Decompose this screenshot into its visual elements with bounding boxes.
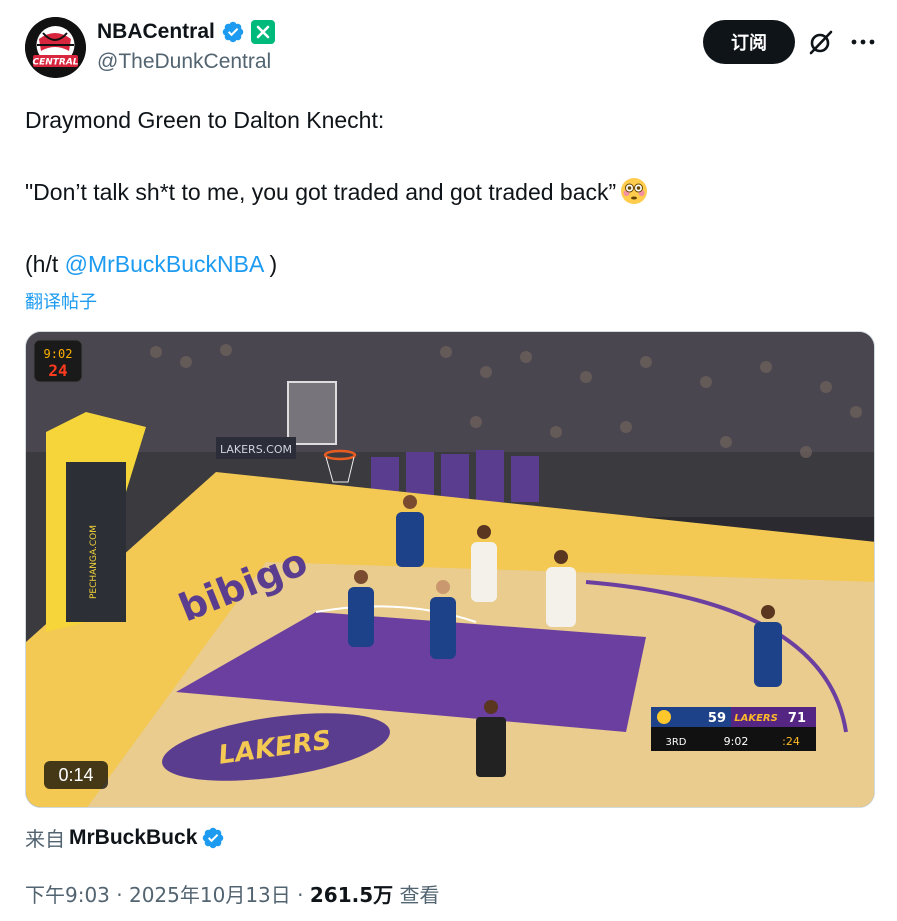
more-options-icon[interactable] [848,27,878,57]
source-prefix: 来自 [25,827,65,851]
translate-post-link[interactable]: 翻译帖子 [25,288,97,314]
video-frame: TOYOTA PECHANGA.COM LAKERS.COM bibigo LA… [26,332,874,807]
post-timestamp[interactable]: 下午9:03 · 2025年10月13日 · [25,883,310,907]
x-mark-icon [256,25,270,39]
source-account-link[interactable]: MrBuckBuck [69,826,197,850]
tweet-meta: 下午9:03 · 2025年10月13日 · 261.5万 查看 [25,879,439,908]
hat-tip-suffix: ) [263,251,278,277]
author-handle[interactable]: @TheDunkCentral [97,50,271,74]
scoreboard-shot-clock: :24 [782,735,800,748]
verified-badge-icon[interactable] [221,20,245,44]
subscribe-button[interactable]: 订阅 [703,20,795,64]
central-logo-icon: CENTRAL [25,17,86,78]
hat-tip-prefix: (h/t [25,251,65,277]
author-display-name[interactable]: NBACentral [97,20,215,44]
tweet-line-2: "Don’t talk sh*t to me, you got traded a… [25,177,648,207]
author-avatar[interactable]: CENTRAL [25,17,86,78]
shot-clock-seconds: 24 [48,361,67,380]
game-clock: 9:02 [724,735,749,748]
video-source: 来自 MrBuckBuck [25,823,225,852]
tweet-line-3: (h/t @MrBuckBuckNBA ) [25,249,277,279]
game-period: 3RD [665,737,686,748]
mention-link[interactable]: @MrBuckBuckNBA [65,251,263,277]
tweet-quote: "Don’t talk sh*t to me, you got traded a… [25,179,617,205]
affiliate-badge-icon[interactable] [250,20,275,44]
views-label: 查看 [393,883,440,907]
grok-icon[interactable] [806,27,836,57]
view-count: 261.5万 [309,883,394,907]
tweet-line-1: Draymond Green to Dalton Knecht: [25,107,385,133]
shot-clock-time: 9:02 [44,347,73,361]
away-score: 71 [788,711,806,726]
scoreboard-bug: 59 LAKERS 71 3RD 9:02 :24 [651,707,816,751]
avatar-text: CENTRAL [32,58,78,68]
verified-badge-icon [203,827,224,848]
video-player[interactable]: TOYOTA PECHANGA.COM LAKERS.COM bibigo LA… [25,331,875,808]
video-duration: 0:14 [44,761,108,789]
arena-sign-text: LAKERS.COM [220,443,292,456]
flushed-face-icon [621,178,648,204]
away-team: LAKERS [734,713,778,724]
svg-text:PECHANGA.COM: PECHANGA.COM [89,525,99,599]
home-score: 59 [708,711,726,726]
